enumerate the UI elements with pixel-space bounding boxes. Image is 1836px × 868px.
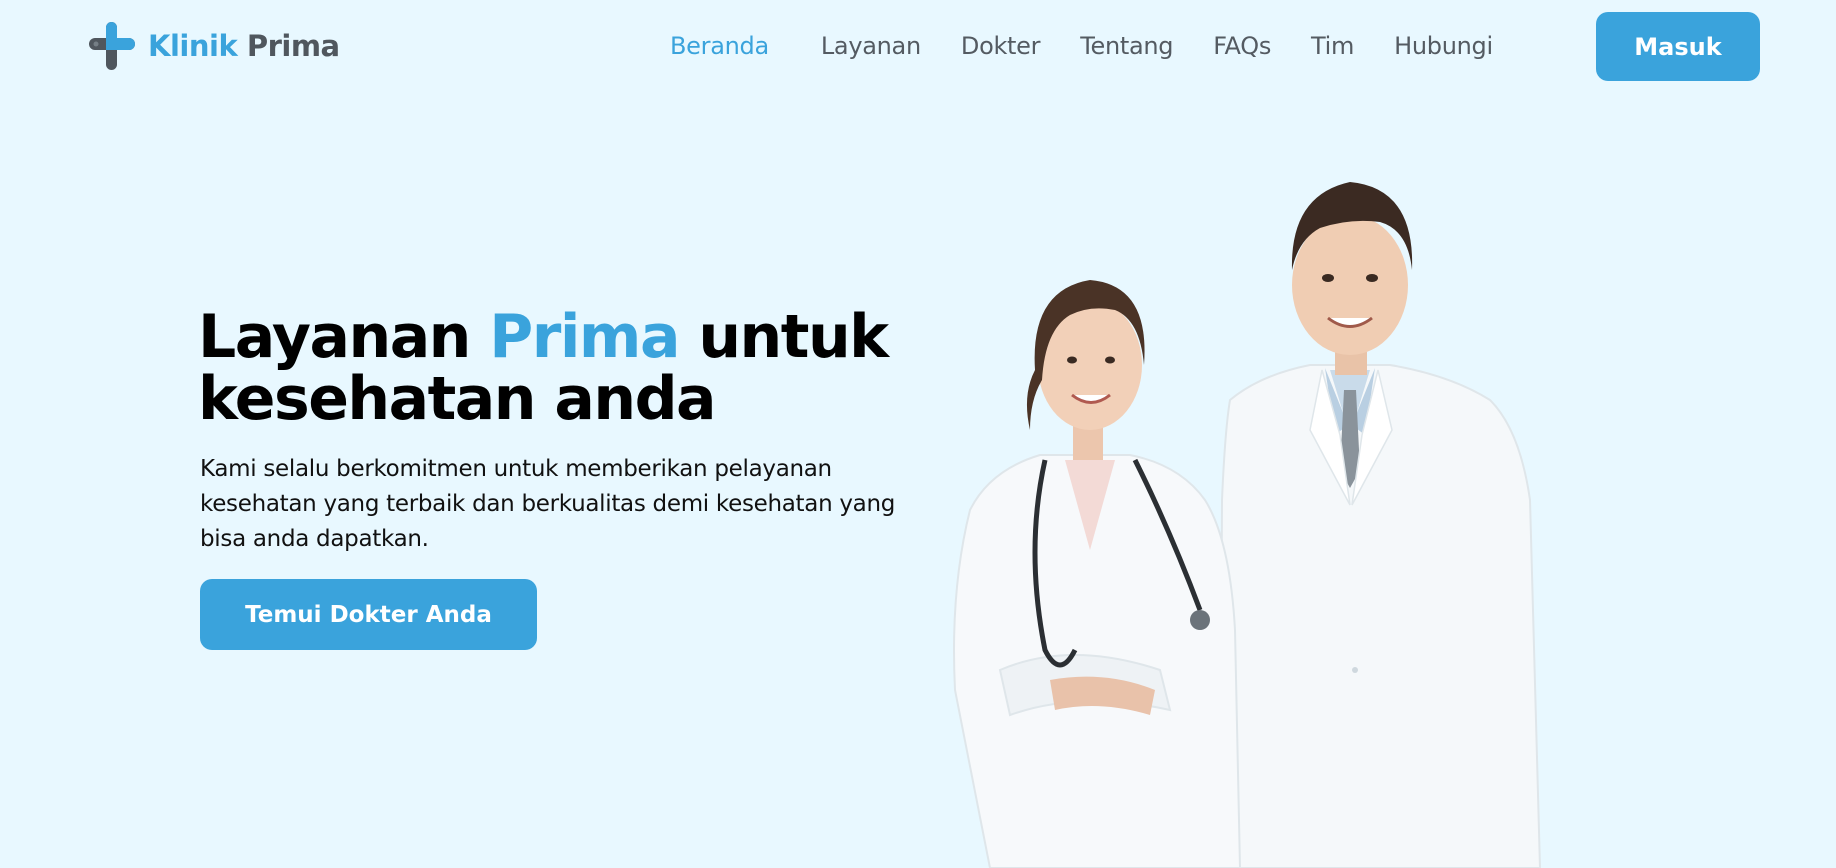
nav-item-hubungi[interactable]: Hubungi	[1394, 32, 1493, 60]
nav-item-layanan[interactable]: Layanan	[821, 32, 921, 60]
male-doctor-figure	[1218, 182, 1542, 868]
medical-cross-icon	[89, 22, 135, 70]
main-nav: Beranda Layanan Dokter Tentang FAQs Tim …	[670, 26, 1493, 66]
nav-item-tentang[interactable]: Tentang	[1080, 32, 1173, 60]
nav-item-tim[interactable]: Tim	[1311, 32, 1354, 60]
hero-title-part1: Layanan	[198, 302, 471, 372]
nav-item-faqs[interactable]: FAQs	[1213, 32, 1271, 60]
brand-name: Klinik Prima	[148, 29, 340, 63]
hero-title: Layanan Prima untuk kesehatan anda	[198, 306, 958, 430]
brand-logo-link[interactable]: Klinik Prima	[89, 20, 340, 72]
nav-item-beranda[interactable]: Beranda	[670, 32, 769, 60]
brand-name-part2: Prima	[246, 29, 340, 63]
two-doctors-photo	[953, 182, 1542, 868]
brand-name-part1: Klinik	[148, 29, 238, 63]
hero-title-accent: Prima	[489, 302, 680, 372]
nav-item-dokter[interactable]: Dokter	[961, 32, 1041, 60]
female-doctor-figure	[953, 280, 1242, 868]
login-button[interactable]: Masuk	[1596, 12, 1760, 81]
navbar: Klinik Prima Beranda Layanan Dokter Tent…	[0, 0, 1836, 94]
meet-doctor-button[interactable]: Temui Dokter Anda	[200, 579, 537, 650]
hero-description: Kami selalu berkomitmen untuk memberikan…	[200, 456, 896, 552]
